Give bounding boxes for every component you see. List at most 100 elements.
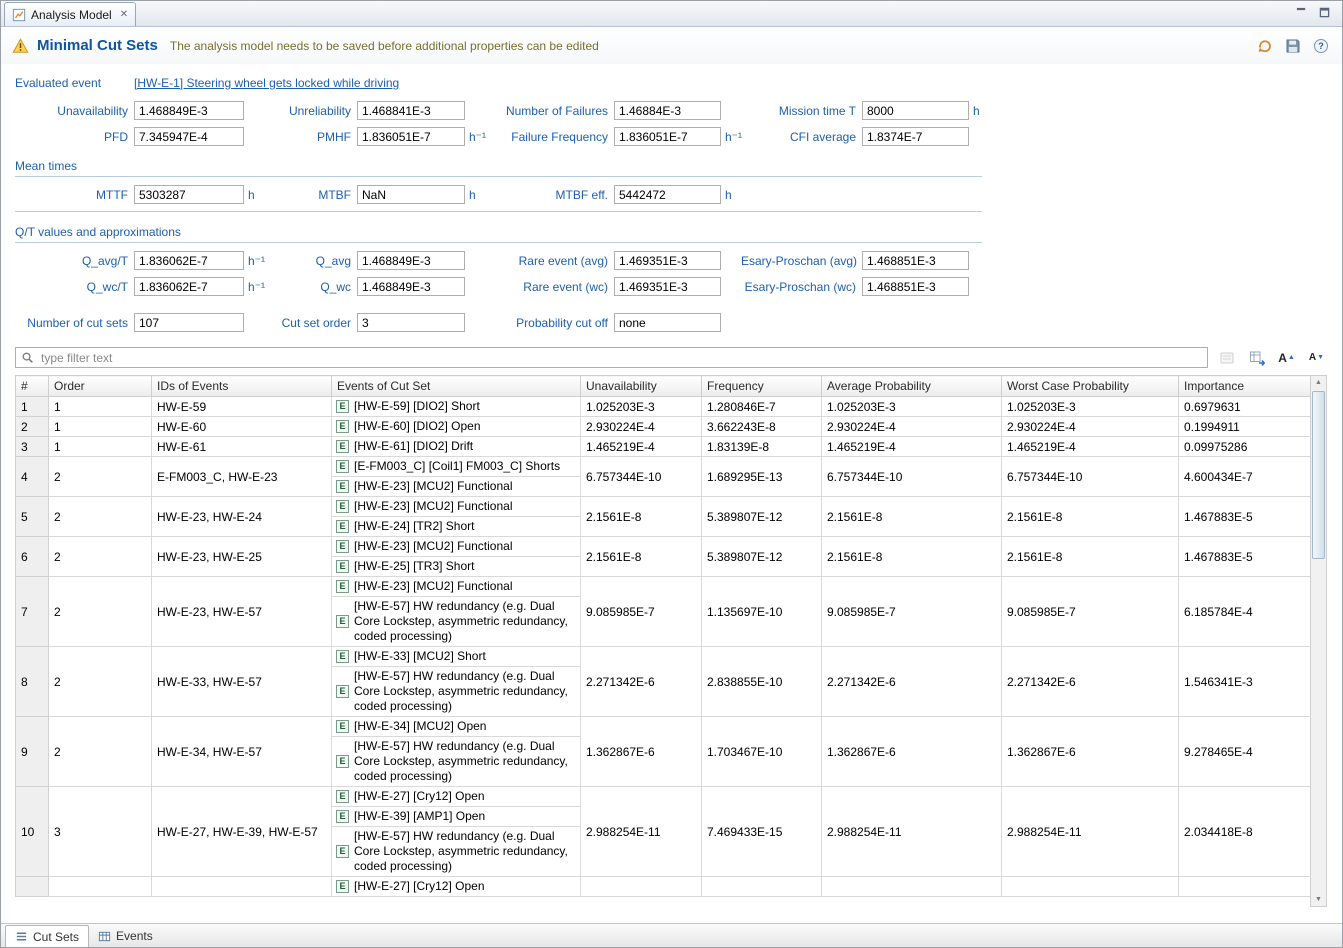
- recalculate-icon[interactable]: [1255, 36, 1275, 56]
- scrollbar-thumb[interactable]: [1312, 391, 1325, 559]
- field-label-esary-proschan-wc: Esary-Proschan (wc): [741, 280, 862, 294]
- cutset-table-container: #OrderIDs of EventsEvents of Cut SetUnav…: [15, 375, 1327, 907]
- event-entry: E[HW-E-57] HW redundancy (e.g. Dual Core…: [332, 596, 580, 646]
- event-entry: E[HW-E-24] [TR2] Short: [332, 516, 580, 536]
- tab-analysis-model[interactable]: Analysis Model ✕: [4, 2, 136, 26]
- configure-columns-icon[interactable]: [1215, 348, 1238, 368]
- scroll-up-icon[interactable]: ▲: [1311, 379, 1326, 386]
- table-row[interactable]: E[HW-E-27] [Cry12] Open: [16, 877, 1311, 897]
- field-input-unavailability[interactable]: 1.468849E-3: [134, 101, 244, 120]
- qt-row-1: Q_avg/T1.836062E-7h⁻¹Q_avg1.468849E-3Rar…: [15, 251, 1342, 270]
- table-row[interactable]: 31HW-E-61E[HW-E-61] [DIO2] Drift1.465219…: [16, 437, 1311, 457]
- table-row[interactable]: 82HW-E-33, HW-E-57E[HW-E-33] [MCU2] Shor…: [16, 647, 1311, 717]
- field-label-probability-cut-off: Probability cut off: [491, 316, 614, 330]
- field-input-probability-cut-off[interactable]: none: [614, 313, 721, 332]
- maximize-icon[interactable]: [1319, 7, 1330, 18]
- close-icon[interactable]: ✕: [120, 9, 128, 20]
- field-input-cfi-average[interactable]: 1.8374E-7: [862, 127, 969, 146]
- field-input-number-of-failures[interactable]: 1.46884E-3: [614, 101, 721, 120]
- tab-cut-sets[interactable]: Cut Sets: [5, 925, 89, 947]
- column-header-events-of-cut-set[interactable]: Events of Cut Set: [332, 376, 581, 397]
- event-label: [HW-E-25] [TR3] Short: [354, 559, 474, 574]
- column-header-worst-case-probability[interactable]: Worst Case Probability: [1002, 376, 1179, 397]
- table-row[interactable]: 21HW-E-60E[HW-E-60] [DIO2] Open2.930224E…: [16, 417, 1311, 437]
- field-input-q-wc[interactable]: 1.468849E-3: [357, 277, 465, 296]
- field-input-pfd[interactable]: 7.345947E-4: [134, 127, 244, 146]
- ids-of-events-cell: HW-E-34, HW-E-57: [152, 717, 332, 787]
- metrics-row-2: PFD7.345947E-4PMHF1.836051E-7h⁻¹Failure …: [15, 127, 1342, 146]
- event-label: [HW-E-57] HW redundancy (e.g. Dual Core …: [354, 739, 576, 784]
- field-label-mtbf-eff: MTBF eff.: [491, 188, 614, 202]
- filter-input[interactable]: [39, 350, 1202, 366]
- decrease-font-icon[interactable]: A▼: [1305, 348, 1328, 368]
- table-row[interactable]: 72HW-E-23, HW-E-57E[HW-E-23] [MCU2] Func…: [16, 577, 1311, 647]
- unavailability-cell: 2.1561E-8: [581, 537, 702, 577]
- events-of-cut-set-cell: E[E-FM003_C] [Coil1] FM003_C] ShortsE[HW…: [332, 457, 581, 497]
- scroll-down-icon[interactable]: ▼: [1311, 896, 1326, 903]
- window-controls: [1296, 7, 1342, 18]
- importance-cell: 9.278465E-4: [1179, 717, 1311, 787]
- column-header-order[interactable]: Order: [49, 376, 152, 397]
- table-row[interactable]: 42E-FM003_C, HW-E-23E[E-FM003_C] [Coil1]…: [16, 457, 1311, 497]
- column-header-frequency[interactable]: Frequency: [702, 376, 822, 397]
- importance-cell: 2.034418E-8: [1179, 787, 1311, 877]
- field-label-unreliability: Unreliability: [270, 104, 357, 118]
- increase-font-icon[interactable]: A▲: [1275, 348, 1298, 368]
- table-row[interactable]: 52HW-E-23, HW-E-24E[HW-E-23] [MCU2] Func…: [16, 497, 1311, 537]
- field-label-rare-event-avg: Rare event (avg): [491, 254, 614, 268]
- field-input-rare-event-avg[interactable]: 1.469351E-3: [614, 251, 721, 270]
- field-input-q-avg[interactable]: 1.468849E-3: [357, 251, 465, 270]
- field-input-failure-frequency[interactable]: 1.836051E-7: [614, 127, 721, 146]
- event-icon: E: [336, 480, 349, 493]
- worst-case-probability-cell: 9.085985E-7: [1002, 577, 1179, 647]
- evaluated-event-link[interactable]: [HW-E-1] Steering wheel gets locked whil…: [134, 76, 399, 90]
- field-input-esary-proschan-avg[interactable]: 1.468851E-3: [862, 251, 969, 270]
- event-label: [HW-E-57] HW redundancy (e.g. Dual Core …: [354, 669, 576, 714]
- field-input-mission-time-t[interactable]: 8000: [862, 101, 969, 120]
- event-label: [HW-E-60] [DIO2] Open: [354, 419, 481, 434]
- importance-cell: 6.185784E-4: [1179, 577, 1311, 647]
- vertical-scrollbar[interactable]: ▲ ▼: [1310, 375, 1327, 907]
- event-entry: E[HW-E-39] [AMP1] Open: [332, 806, 580, 826]
- save-icon[interactable]: [1283, 36, 1303, 56]
- event-label: [HW-E-34] [MCU2] Open: [354, 719, 486, 734]
- event-icon: E: [336, 880, 349, 893]
- column-header-average-probability[interactable]: Average Probability: [822, 376, 1002, 397]
- field-input-unreliability[interactable]: 1.468841E-3: [357, 101, 465, 120]
- table-row[interactable]: 62HW-E-23, HW-E-25E[HW-E-23] [MCU2] Func…: [16, 537, 1311, 577]
- help-icon[interactable]: ?: [1311, 36, 1331, 56]
- event-entry: E[HW-E-27] [Cry12] Open: [332, 877, 580, 896]
- field-input-q-avg-t[interactable]: 1.836062E-7: [134, 251, 244, 270]
- field-input-esary-proschan-wc[interactable]: 1.468851E-3: [862, 277, 969, 296]
- average-probability-cell: 2.271342E-6: [822, 647, 1002, 717]
- tab-events[interactable]: Events: [89, 925, 162, 947]
- field-label-q-avg-t: Q_avg/T: [15, 254, 134, 268]
- field-input-mttf[interactable]: 5303287: [134, 185, 244, 204]
- field-input-cut-set-order[interactable]: 3: [357, 313, 465, 332]
- table-row[interactable]: 103HW-E-27, HW-E-39, HW-E-57E[HW-E-27] […: [16, 787, 1311, 877]
- field-input-rare-event-wc[interactable]: 1.469351E-3: [614, 277, 721, 296]
- average-probability-cell: 1.465219E-4: [822, 437, 1002, 457]
- event-label: [HW-E-33] [MCU2] Short: [354, 649, 486, 664]
- field-input-number-of-cut-sets[interactable]: 107: [134, 313, 244, 332]
- column-header-unavailability[interactable]: Unavailability: [581, 376, 702, 397]
- row-number-cell: 4: [16, 457, 49, 497]
- field-unit: h⁻¹: [244, 254, 270, 268]
- column-header-importance[interactable]: Importance: [1179, 376, 1311, 397]
- refresh-table-icon[interactable]: [1245, 348, 1268, 368]
- field-label-number-of-failures: Number of Failures: [491, 104, 614, 118]
- field-input-q-wc-t[interactable]: 1.836062E-7: [134, 277, 244, 296]
- importance-cell: [1179, 877, 1311, 897]
- field-input-mtbf[interactable]: NaN: [357, 185, 465, 204]
- event-label: [HW-E-61] [DIO2] Drift: [354, 439, 473, 454]
- field-input-mtbf-eff[interactable]: 5442472: [614, 185, 721, 204]
- column-header-num[interactable]: #: [16, 376, 49, 397]
- row-number-cell: 9: [16, 717, 49, 787]
- minimize-icon[interactable]: [1296, 7, 1307, 18]
- table-row[interactable]: 11HW-E-59E[HW-E-59] [DIO2] Short1.025203…: [16, 397, 1311, 417]
- events-of-cut-set-cell: E[HW-E-59] [DIO2] Short: [332, 397, 581, 417]
- column-header-ids-of-events[interactable]: IDs of Events: [152, 376, 332, 397]
- table-row[interactable]: 92HW-E-34, HW-E-57E[HW-E-34] [MCU2] Open…: [16, 717, 1311, 787]
- event-label: [HW-E-57] HW redundancy (e.g. Dual Core …: [354, 599, 576, 644]
- field-input-pmhf[interactable]: 1.836051E-7: [357, 127, 465, 146]
